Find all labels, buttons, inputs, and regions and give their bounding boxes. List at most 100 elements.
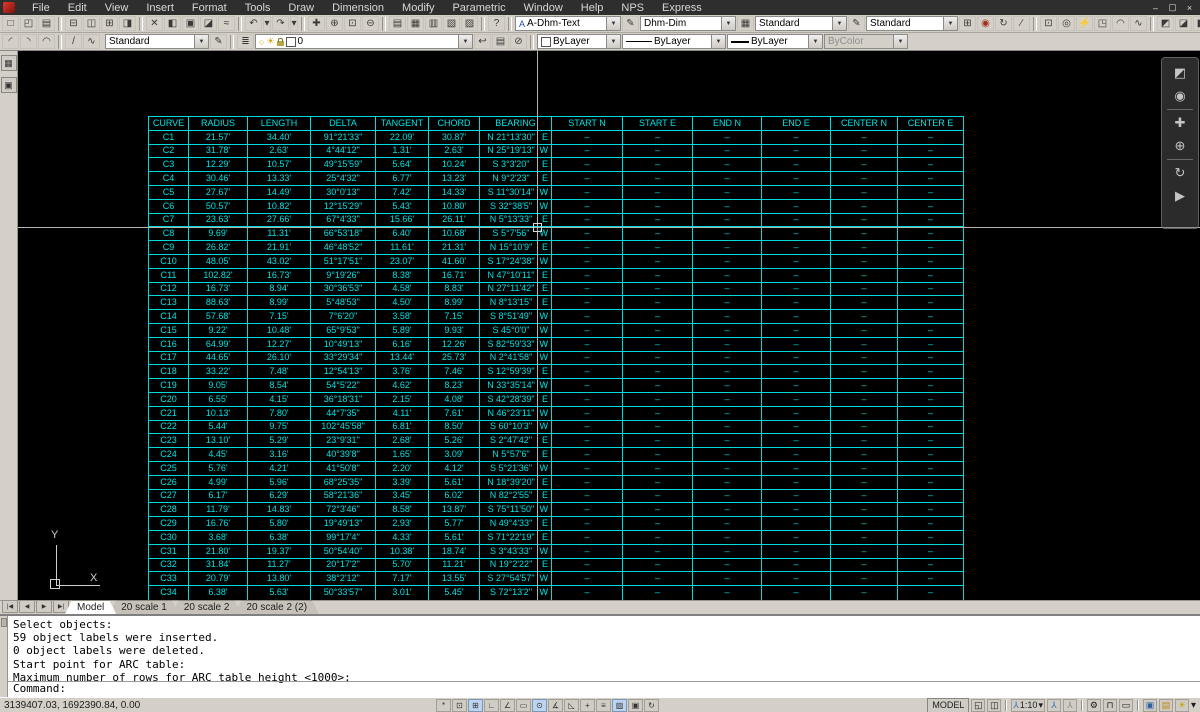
redo-caret[interactable]: ▾ [290,16,298,31]
menu-dimension[interactable]: Dimension [323,2,393,14]
annotate-curve-icon-1[interactable]: ◜ [2,34,19,49]
mleader-style-manager-icon[interactable]: ✎ [848,16,865,31]
undo-caret[interactable]: ▾ [263,16,271,31]
menu-parametric[interactable]: Parametric [443,2,514,14]
save-icon[interactable]: ▤ [38,16,55,31]
object-snap-icon[interactable]: ⊙ [532,699,547,712]
layer-combo[interactable]: ○ ☀ 0 ▼ [255,34,473,49]
quick-view-layouts-icon[interactable]: ◫ [987,699,1001,712]
status-menu-arrow[interactable]: ▾ [1191,700,1196,711]
menu-tools[interactable]: Tools [236,2,280,14]
ortho-mode-icon[interactable]: ∟ [484,699,499,712]
3d-orbit-icon[interactable]: ↻ [995,16,1012,31]
text-style-combo[interactable]: A A-Dhm-Text ▼ [515,16,621,31]
selection-cycling-icon[interactable]: ↻ [644,699,659,712]
clipboard-tool-icon[interactable]: ▣ [1,77,17,93]
zoom-extents-icon[interactable]: ⊕ [1169,136,1191,156]
layer-lock-icon[interactable] [277,41,284,46]
publish-icon[interactable]: ◨ [119,16,136,31]
properties-palette-icon[interactable]: ▤ [389,16,406,31]
annotate-slope-icon-1[interactable]: / [65,34,82,49]
zoom-previous-icon[interactable]: ⊖ [362,16,379,31]
tab-20-scale-1[interactable]: 20 scale 1 [109,600,179,614]
match-properties-icon[interactable]: ≈ [218,16,235,31]
layer-color-swatch[interactable] [286,37,296,47]
annotation-scale-button[interactable]: ⅄1:10▾ [1011,699,1045,712]
zoom-realtime-icon[interactable]: ⊕ [326,16,343,31]
redo-icon[interactable]: ↷ [272,16,289,31]
table-style-manager-icon[interactable]: ▦ [737,16,754,31]
chevron-down-icon[interactable]: ▼ [943,17,957,30]
snap-mode-icon[interactable]: ⊡ [452,699,467,712]
chevron-down-icon[interactable]: ▼ [721,17,735,30]
auto-annotation-scale-icon[interactable]: ⅄ [1063,699,1077,712]
command-window[interactable]: Select objects:59 object labels were ins… [0,614,1200,697]
infer-constraints-icon[interactable]: * [436,699,451,712]
workspace-switching-icon[interactable]: ⚙ [1087,699,1101,712]
annotate-curve-icon-2[interactable]: ◝ [20,34,37,49]
donut-icon[interactable]: ◎ [1058,16,1075,31]
layer-on-bulb-icon[interactable]: ○ [259,37,264,47]
tab-next-button[interactable]: ▶ [36,600,52,613]
pan-hand-icon[interactable]: ✚ [1169,113,1191,133]
dynamic-ucs-icon[interactable]: ◺ [564,699,579,712]
toolbar-lock-icon[interactable]: ⊓ [1103,699,1117,712]
command-prompt[interactable]: Command: [13,682,66,695]
annotation-visibility-icon[interactable]: ⅄ [1047,699,1061,712]
annotate-slope-icon-2[interactable]: ∿ [83,34,100,49]
group-icon[interactable]: ◳ [1094,16,1111,31]
isolate-objects-icon[interactable]: ☀ [1175,699,1189,712]
lineweight-display-icon[interactable]: ≡ [596,699,611,712]
dbconnect-icon[interactable]: ▨ [461,16,478,31]
plot-icon[interactable]: ⊞ [101,16,118,31]
point-style-icon[interactable]: ⊞ [959,16,976,31]
chevron-down-icon[interactable]: ▼ [808,35,822,48]
dim-style-combo[interactable]: Dhm-Dim ▼ [640,16,736,31]
menu-draw[interactable]: Draw [279,2,323,14]
layer-previous-icon[interactable]: ↩ [474,34,491,49]
tab-20-scale-2[interactable]: 20 scale 2 [172,600,242,614]
connect-cloud-icon[interactable]: ▣ [1143,699,1157,712]
print-preview-icon[interactable]: ◫ [83,16,100,31]
current-style-combo[interactable]: Standard ▼ [105,34,209,49]
quickcalc-icon[interactable]: ▦ [407,16,424,31]
zoom-window-icon[interactable]: ⊡ [344,16,361,31]
command-window-grab-bar[interactable] [0,616,8,697]
menu-help[interactable]: Help [572,2,613,14]
grid-display-icon[interactable]: ⊞ [468,699,483,712]
minimize-button[interactable]: – [1148,2,1163,14]
quick-properties-icon[interactable]: ▣ [628,699,643,712]
mleader-style-combo[interactable]: Standard ▼ [866,16,958,31]
draw-order-above-icon[interactable]: ◧ [1193,16,1200,31]
draw-order-back-icon[interactable]: ◪ [1175,16,1192,31]
hardware-acceleration-icon[interactable]: ▭ [1119,699,1133,712]
lineweight-combo[interactable]: ByLayer ▼ [727,34,823,49]
chevron-down-icon[interactable]: ▼ [606,17,620,30]
showmotion-icon[interactable]: ▶ [1169,186,1191,206]
orbit-icon[interactable]: ↻ [1169,163,1191,183]
menu-format[interactable]: Format [183,2,236,14]
isometric-drafting-icon[interactable]: ▭ [516,699,531,712]
undo-icon[interactable]: ↶ [245,16,262,31]
steering-wheel-icon[interactable]: ◉ [1169,86,1191,106]
menu-edit[interactable]: Edit [59,2,96,14]
restore-button[interactable]: ▢ [1165,2,1180,14]
menu-express[interactable]: Express [653,2,711,14]
chevron-down-icon[interactable]: ▼ [458,35,472,48]
pan-icon[interactable]: ✚ [308,16,325,31]
layer-isolate-icon[interactable]: ⊘ [510,34,527,49]
spline-edit-icon[interactable]: ∿ [1130,16,1147,31]
tab-prev-button[interactable]: ◀ [19,600,35,613]
arc-edit-icon[interactable]: ◠ [1112,16,1129,31]
menu-file[interactable]: File [23,2,59,14]
quick-select-icon[interactable]: ⚡ [1076,16,1093,31]
color-combo[interactable]: ByLayer ▼ [537,34,621,49]
render-icon[interactable]: ◉ [977,16,994,31]
open-file-icon[interactable]: ◰ [20,16,37,31]
menu-nps[interactable]: NPS [612,2,653,14]
new-file-icon[interactable]: □ [2,16,19,31]
menu-window[interactable]: Window [515,2,572,14]
polar-tracking-icon[interactable]: ∠ [500,699,515,712]
viewcube-icon[interactable]: ◩ [1169,63,1191,83]
copy-icon[interactable]: ◧ [164,16,181,31]
